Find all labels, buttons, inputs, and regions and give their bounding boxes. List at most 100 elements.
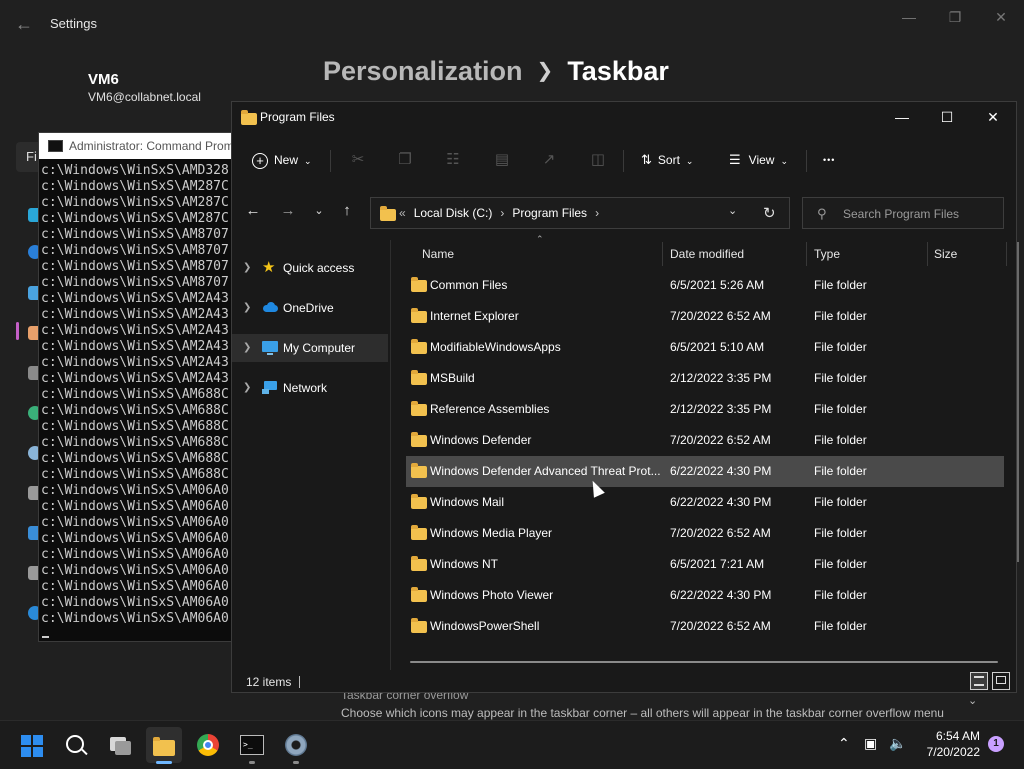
new-label: New [274,153,299,167]
table-row[interactable]: MSBuild 2/12/2022 3:35 PM File folder [406,363,1004,394]
show-hidden-icons-chevron-icon[interactable]: ⌃ [838,735,850,752]
large-icons-view-button[interactable] [992,672,1010,690]
table-row[interactable]: Internet Explorer 7/20/2022 6:52 AM File f… [406,301,1004,332]
volume-icon[interactable]: 🔈 [889,735,906,752]
file-explorer-window[interactable]: Program Files — ☐ ✕ + New ⌄ ✂ ❐ ☷ ▤ ↗ ◫ ⇅ S… [231,101,1019,693]
address-dropdown-chevron-icon[interactable]: ⌄ [728,204,737,217]
table-row[interactable]: Windows Defender Advanced Threat Prot...… [406,456,1004,487]
task-view-button[interactable] [102,727,138,763]
nav-label: My Computer [283,341,356,355]
paste-icon[interactable]: ☷ [443,150,463,170]
sort-button[interactable]: ⇅ Sort ⌄ [641,148,693,172]
table-row[interactable]: Windows Media Player 7/20/2022 6:52 AM Fil… [406,518,1004,549]
details-view-button[interactable] [970,672,988,690]
vertical-scrollbar[interactable] [1017,242,1019,562]
network-status-icon[interactable]: ▣ [864,735,877,752]
forward-arrow-icon[interactable]: → [277,200,299,222]
column-header-type[interactable]: Type [814,242,840,266]
command-prompt-window[interactable]: Administrator: Command Prompt c:\Windows… [38,132,236,642]
toolbar-divider [330,150,331,172]
column-divider[interactable] [662,242,663,266]
delete-icon[interactable]: ◫ [588,150,608,170]
table-row[interactable]: Windows Mail 6/22/2022 4:30 PM File folder [406,487,1004,518]
table-row[interactable]: Common Files 6/5/2021 5:26 AM File folder [406,270,1004,301]
cmd-line: c:\Windows\WinSxS\AM06A0 [41,595,229,610]
cmd-line: c:\Windows\WinSxS\AM06A0 [41,531,229,546]
horizontal-scrollbar[interactable] [410,661,998,663]
address-segment[interactable]: Program Files [512,206,587,220]
nav-item-network[interactable]: ❯ Network [232,374,388,402]
explorer-maximize-button[interactable]: ☐ [927,106,967,128]
cut-icon[interactable]: ✂ [348,150,368,170]
table-row[interactable]: WindowsPowerShell 7/20/2022 6:52 AM File f… [406,611,1004,642]
address-overflow[interactable]: « [399,206,406,220]
taskbar-clock[interactable]: 6:54 AM 7/20/2022 [910,728,980,760]
folder-icon [411,587,427,602]
chevron-down-icon[interactable]: ⌄ [968,694,977,707]
search-icon: ⚲ [817,206,827,221]
column-header-size[interactable]: Size [934,242,957,266]
nav-item-onedrive[interactable]: ❯ OneDrive [232,294,388,322]
terminal-icon: >_ [240,735,264,755]
column-header-name[interactable]: Name [422,242,454,266]
nav-item-my-computer[interactable]: ❯ My Computer [232,334,388,362]
settings-taskbar-button[interactable] [278,727,314,763]
cmd-line: c:\Windows\WinSxS\AM2A43 [41,339,229,354]
copy-icon[interactable]: ❐ [395,150,415,170]
table-row[interactable]: Windows Defender 7/20/2022 6:52 AM File fo… [406,425,1004,456]
user-name: VM6 [88,71,119,88]
search-button[interactable] [58,727,94,763]
expand-chevron-icon[interactable]: ❯ [243,254,251,282]
column-divider[interactable] [927,242,928,266]
table-row[interactable]: ModifiableWindowsApps 6/5/2021 5:10 AM Fil… [406,332,1004,363]
settings-close-button[interactable]: ✕ [981,6,1021,28]
breadcrumb-parent[interactable]: Personalization [323,56,523,86]
start-button[interactable] [14,727,50,763]
new-button[interactable]: + New ⌄ [252,148,312,172]
explorer-close-button[interactable]: ✕ [973,106,1013,128]
chrome-taskbar-button[interactable] [190,727,226,763]
settings-maximize-button[interactable]: ❐ [935,6,975,28]
address-bar[interactable]: « Local Disk (C:) › Program Files › ⌄ ↻ [370,197,790,229]
cmd-line: c:\Windows\WinSxS\AM8707 [41,259,229,274]
expand-chevron-icon[interactable]: ❯ [243,334,251,362]
row-date: 6/5/2021 5:26 AM [670,278,765,292]
computer-icon [262,341,278,355]
explorer-minimize-button[interactable]: — [882,106,922,128]
folder-icon [380,206,396,221]
terminal-taskbar-button[interactable]: >_ [234,727,270,763]
table-row[interactable]: Reference Assemblies 2/12/2022 3:35 PM Fil… [406,394,1004,425]
cloud-icon [262,301,278,315]
file-explorer-taskbar-button[interactable] [146,727,182,763]
nav-item-quick-access[interactable]: ❯ ★ Quick access [232,254,388,282]
expand-chevron-icon[interactable]: ❯ [243,374,251,402]
view-button[interactable]: ☰ View ⌄ [729,148,788,172]
expand-chevron-icon[interactable]: ❯ [243,294,251,322]
up-arrow-icon[interactable]: ↑ [336,200,358,222]
column-divider[interactable] [806,242,807,266]
search-box[interactable]: ⚲ Search Program Files [802,197,1004,229]
cmd-line: c:\Windows\WinSxS\AM287C [41,195,229,210]
share-icon[interactable]: ↗ [539,150,559,170]
table-row[interactable]: Windows Photo Viewer 6/22/2022 4:30 PM Fil… [406,580,1004,611]
recent-locations-chevron-icon[interactable]: ⌄ [308,200,330,222]
notification-badge[interactable]: 1 [988,736,1004,752]
address-segment[interactable]: Local Disk (C:) [414,206,493,220]
view-lines-icon: ☰ [729,152,741,167]
back-arrow-icon[interactable]: ← [14,12,34,36]
column-divider[interactable] [1006,242,1007,266]
row-type: File folder [814,309,867,323]
clock-time: 6:54 AM [935,729,980,743]
refresh-icon[interactable]: ↻ [763,204,776,222]
rename-icon[interactable]: ▤ [492,150,512,170]
cmd-line: c:\Windows\WinSxS\AM2A43 [41,291,229,306]
cmd-line: c:\Windows\WinSxS\AMD328 [41,163,229,178]
table-row[interactable]: Windows NT 6/5/2021 7:21 AM File folder [406,549,1004,580]
settings-minimize-button[interactable]: — [889,6,929,28]
cmd-line: c:\Windows\WinSxS\AM287C [41,211,229,226]
column-header-date[interactable]: Date modified [670,242,744,266]
cmd-line: c:\Windows\WinSxS\AM06A0 [41,515,229,530]
more-options-button[interactable]: ••• [823,148,835,172]
cmd-titlebar[interactable]: Administrator: Command Prompt [39,133,235,159]
back-arrow-icon[interactable]: ← [242,200,264,222]
